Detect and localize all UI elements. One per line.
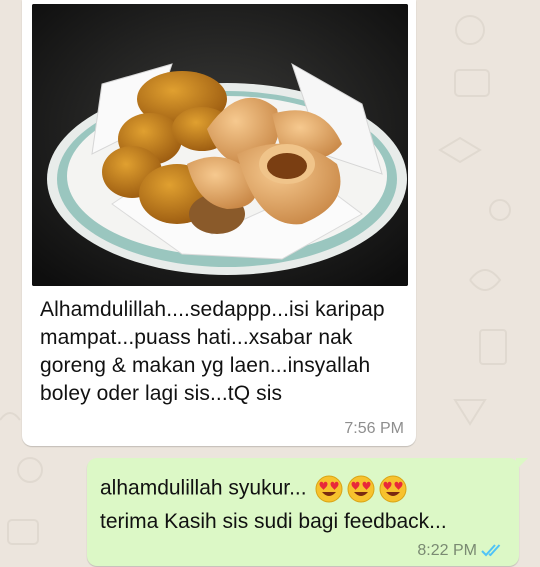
incoming-message-bubble[interactable]: Alhamdulillah....sedappp...isi karipap m… (22, 0, 416, 446)
outgoing-message-bubble[interactable]: alhamdulillah syukur... terima Kasih sis… (87, 458, 528, 566)
outgoing-message-time: 8:22 PM (417, 542, 477, 559)
smiling-face-with-heart-eyes-icon (379, 475, 407, 503)
karipap-photo-illustration (32, 4, 408, 286)
outgoing-text-line-1: alhamdulillah syukur... (100, 476, 307, 500)
smiling-face-with-heart-eyes-icon (347, 475, 375, 503)
outgoing-message-line-1: alhamdulillah syukur... (100, 474, 408, 504)
incoming-message-text: Alhamdulillah....sedappp...isi karipap m… (40, 298, 385, 405)
emoji-group (314, 474, 408, 504)
smiling-face-with-heart-eyes-icon (315, 475, 343, 503)
incoming-message-time: 7:56 PM (344, 420, 404, 437)
outgoing-message-line-2: terima Kasih sis sudi bagi feedback... (100, 510, 447, 533)
message-photo[interactable] (32, 4, 408, 286)
read-double-tick-icon (481, 544, 501, 557)
